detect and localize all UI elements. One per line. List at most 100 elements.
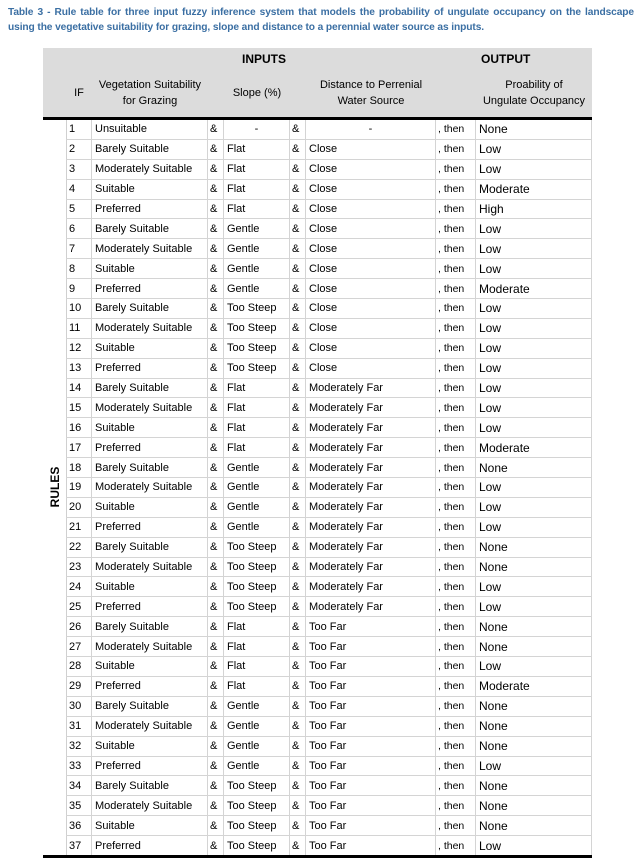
distance-cell: Too Far — [306, 836, 436, 855]
and-connector: & — [208, 696, 224, 716]
output-cell: Low — [476, 358, 592, 378]
output-cell: Low — [476, 219, 592, 239]
vegetation-cell: Suitable — [92, 577, 208, 597]
distance-cell: Too Far — [306, 756, 436, 776]
distance-cell: Moderately Far — [306, 398, 436, 418]
vegetation-cell: Moderately Suitable — [92, 716, 208, 736]
then-connector: , then — [436, 736, 476, 756]
distance-cell: Moderately Far — [306, 497, 436, 517]
vegetation-cell: Preferred — [92, 597, 208, 617]
output-cell: None — [476, 458, 592, 478]
output-cell: Low — [476, 418, 592, 438]
rule-number: 20 — [66, 497, 92, 517]
then-connector: , then — [436, 458, 476, 478]
distance-cell: Close — [306, 179, 436, 199]
vegetation-cell: Suitable — [92, 179, 208, 199]
and-connector: & — [208, 836, 224, 855]
and-connector: & — [208, 438, 224, 458]
output-cell: Low — [476, 398, 592, 418]
rule-number: 3 — [66, 159, 92, 179]
vegetation-cell: Moderately Suitable — [92, 398, 208, 418]
vegetation-cell: Preferred — [92, 676, 208, 696]
rule-number: 29 — [66, 676, 92, 696]
rule-number: 16 — [66, 418, 92, 438]
slope-cell: Gentle — [224, 736, 290, 756]
table-row: 32 Suitable & Gentle & Too Far, then None — [66, 736, 592, 757]
output-cell: Low — [476, 478, 592, 497]
rule-number: 1 — [66, 120, 92, 139]
then-connector: , then — [436, 497, 476, 517]
and-connector: & — [208, 517, 224, 537]
distance-cell: Moderately Far — [306, 438, 436, 458]
vegetation-cell: Barely Suitable — [92, 378, 208, 398]
and-connector: & — [290, 299, 306, 318]
slope-cell: - — [224, 120, 290, 139]
and-connector: & — [208, 776, 224, 796]
then-connector: , then — [436, 776, 476, 796]
and-connector: & — [208, 159, 224, 179]
distance-cell: Too Far — [306, 637, 436, 657]
slope-cell: Flat — [224, 617, 290, 637]
and-connector: & — [290, 418, 306, 438]
output-cell: Low — [476, 497, 592, 517]
table-row: 3 Moderately Suitable & Flat & Close, then Low — [66, 159, 592, 180]
and-connector: & — [208, 796, 224, 816]
and-connector: & — [208, 358, 224, 378]
output-cell: None — [476, 537, 592, 557]
if-column-heading: IF — [74, 87, 84, 99]
table-row: 31 Moderately Suitable & Gentle & Too Far, th… — [66, 716, 592, 737]
slope-cell: Gentle — [224, 716, 290, 736]
distance-cell: Moderately Far — [306, 378, 436, 398]
distance-cell: Close — [306, 259, 436, 279]
output-cell: Low — [476, 338, 592, 358]
output-cell: High — [476, 199, 592, 219]
then-connector: , then — [436, 358, 476, 378]
slope-cell: Gentle — [224, 497, 290, 517]
then-connector: , then — [436, 219, 476, 239]
and-connector: & — [290, 756, 306, 776]
vegetation-cell: Barely Suitable — [92, 696, 208, 716]
output-cell: Moderate — [476, 438, 592, 458]
output-cell: Low — [476, 517, 592, 537]
output-cell: Low — [476, 597, 592, 617]
output-cell: Low — [476, 299, 592, 318]
table-body: RULES 1 Unsuitable & - & -, then None 2 Barely S… — [43, 120, 592, 858]
vegetation-cell: Suitable — [92, 418, 208, 438]
then-connector: , then — [436, 597, 476, 617]
and-connector: & — [290, 617, 306, 637]
and-connector: & — [290, 716, 306, 736]
then-connector: , then — [436, 537, 476, 557]
slope-cell: Too Steep — [224, 557, 290, 577]
then-connector: , then — [436, 338, 476, 358]
output-cell: None — [476, 617, 592, 637]
table-caption: Table 3 - Rule table for three input fuz… — [8, 7, 634, 33]
vegetation-cell: Moderately Suitable — [92, 637, 208, 657]
table-row: 14 Barely Suitable & Flat & Moderately Far, t… — [66, 378, 592, 399]
and-connector: & — [290, 159, 306, 179]
and-connector: & — [290, 279, 306, 299]
and-connector: & — [208, 577, 224, 597]
slope-cell: Too Steep — [224, 776, 290, 796]
and-connector: & — [290, 478, 306, 497]
and-connector: & — [208, 239, 224, 259]
vegetation-column-heading: Vegetation Suitability for Grazing — [98, 79, 202, 107]
rule-number: 15 — [66, 398, 92, 418]
then-connector: , then — [436, 577, 476, 597]
and-connector: & — [208, 199, 224, 219]
and-connector: & — [290, 537, 306, 557]
and-connector: & — [208, 497, 224, 517]
then-connector: , then — [436, 259, 476, 279]
distance-cell: Close — [306, 318, 436, 338]
rule-number: 13 — [66, 358, 92, 378]
slope-cell: Gentle — [224, 696, 290, 716]
rule-number: 22 — [66, 537, 92, 557]
vegetation-cell: Preferred — [92, 756, 208, 776]
distance-cell: Moderately Far — [306, 418, 436, 438]
output-cell: None — [476, 776, 592, 796]
slope-column-heading: Slope (%) — [232, 87, 282, 99]
then-connector: , then — [436, 676, 476, 696]
vegetation-cell: Barely Suitable — [92, 537, 208, 557]
slope-cell: Too Steep — [224, 816, 290, 836]
output-cell: None — [476, 716, 592, 736]
rule-number: 2 — [66, 139, 92, 159]
